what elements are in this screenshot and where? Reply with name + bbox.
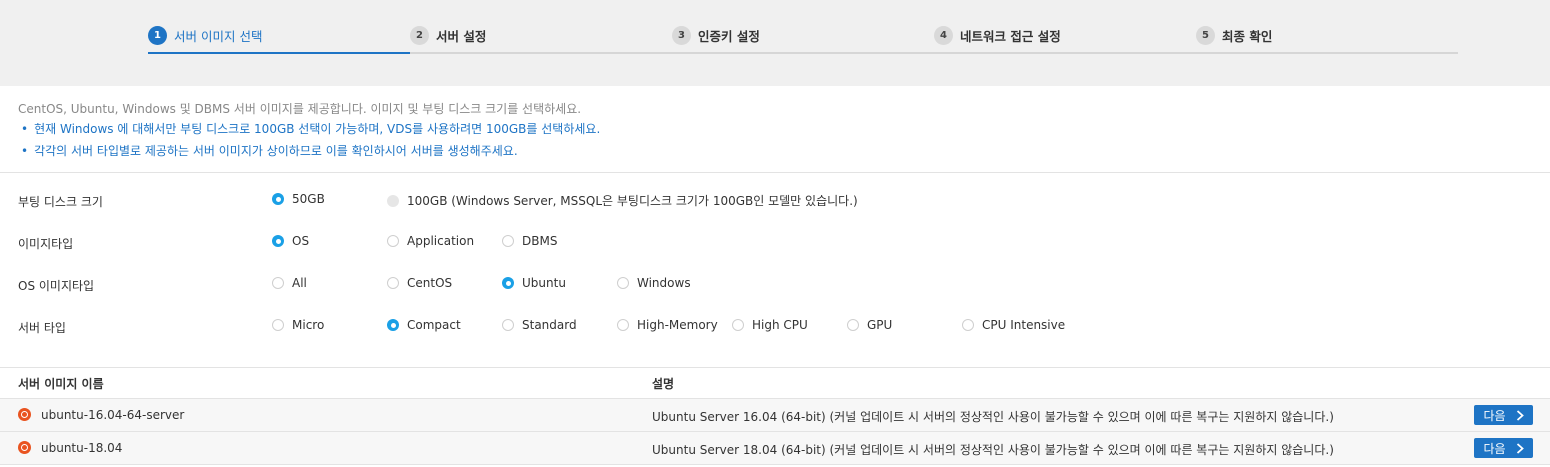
option-label: All [292, 276, 307, 290]
radio-icon[interactable] [732, 319, 744, 331]
next-button-label: 다음 [1483, 441, 1506, 456]
option-label: Windows [637, 276, 691, 290]
next-button[interactable]: 다음 [1474, 405, 1533, 425]
info-bullet: 각각의 서버 타입별로 제공하는 서버 이미지가 상이하므로 이를 확인하시어 … [18, 140, 600, 162]
step-1-server-image[interactable]: 1 서버 이미지 선택 [148, 25, 262, 45]
radio-server-standard[interactable]: Standard [502, 318, 577, 332]
radio-os-ubuntu[interactable]: Ubuntu [502, 276, 566, 290]
option-label: CentOS [407, 276, 453, 290]
next-button[interactable]: 다음 [1474, 438, 1533, 458]
option-label: OS [292, 234, 310, 248]
next-button-label: 다음 [1483, 408, 1506, 423]
ubuntu-icon [18, 408, 31, 421]
radio-icon[interactable] [502, 235, 514, 247]
active-step-underline [148, 52, 410, 54]
radio-boot-50gb[interactable]: 50GB [272, 192, 325, 206]
server-type-label: 서버 타입 [18, 321, 66, 335]
radio-image-os[interactable]: OS [272, 234, 309, 248]
radio-server-cpu-intensive[interactable]: CPU Intensive [962, 318, 1065, 332]
image-type-label: 이미지타입 [18, 237, 74, 251]
wizard-stepbar: 1 서버 이미지 선택 2 서버 설정 3 인증키 설정 4 네트워크 접근 설… [0, 0, 1550, 86]
radio-image-dbms[interactable]: DBMS [502, 234, 557, 248]
radio-icon[interactable] [847, 319, 859, 331]
radio-selected-icon[interactable] [387, 319, 399, 331]
step-label: 인증키 설정 [698, 28, 760, 44]
radio-icon[interactable] [387, 277, 399, 289]
radio-icon[interactable] [272, 277, 284, 289]
image-name: ubuntu-16.04-64-server [41, 408, 185, 422]
radio-icon[interactable] [617, 319, 629, 331]
step-number: 3 [672, 25, 691, 45]
table-row: ubuntu-16.04-64-server Ubuntu Server 16.… [0, 399, 1550, 431]
radio-icon[interactable] [617, 277, 629, 289]
radio-selected-icon[interactable] [272, 193, 284, 205]
option-label: High-Memory [637, 318, 718, 332]
info-bullet: 현재 Windows 에 대해서만 부팅 디스크로 100GB 선택이 가능하며… [18, 118, 600, 140]
radio-icon[interactable] [962, 319, 974, 331]
radio-selected-icon[interactable] [502, 277, 514, 289]
step-label: 서버 설정 [436, 28, 487, 44]
info-block: CentOS, Ubuntu, Windows 및 DBMS 서버 이미지를 제… [18, 100, 600, 162]
radio-selected-icon[interactable] [272, 235, 284, 247]
option-label: High CPU [752, 318, 808, 332]
step-2-server-settings[interactable]: 2 서버 설정 [410, 25, 486, 45]
radio-os-windows[interactable]: Windows [617, 276, 691, 290]
radio-icon[interactable] [387, 235, 399, 247]
divider [0, 464, 1550, 465]
radio-boot-100gb[interactable]: 100GB (Windows Server, MSSQL은 부팅디스크 크기가 … [387, 192, 858, 209]
step-number: 1 [148, 25, 167, 45]
option-label: Ubuntu [522, 276, 566, 290]
radio-image-application[interactable]: Application [387, 234, 474, 248]
boot-disk-row: 부팅 디스크 크기 50GB 100GB (Windows Server, MS… [0, 190, 1550, 210]
os-image-type-label: OS 이미지타입 [18, 279, 95, 293]
os-image-type-row: OS 이미지타입 All CentOS Ubuntu Windows [0, 274, 1550, 294]
step-number: 4 [934, 25, 953, 45]
chevron-right-icon [1516, 442, 1524, 454]
radio-server-gpu[interactable]: GPU [847, 318, 892, 332]
image-name: ubuntu-18.04 [41, 441, 123, 455]
option-label: Application [407, 234, 475, 248]
radio-server-high-memory[interactable]: High-Memory [617, 318, 718, 332]
step-number: 2 [410, 25, 429, 45]
image-type-row: 이미지타입 OS Application DBMS [0, 232, 1550, 252]
radio-disabled-icon [387, 194, 399, 207]
radio-icon[interactable] [272, 319, 284, 331]
option-label: Standard [522, 318, 577, 332]
step-label: 서버 이미지 선택 [174, 28, 263, 44]
radio-server-high-cpu[interactable]: High CPU [732, 318, 808, 332]
divider [0, 172, 1550, 173]
option-label: 50GB [292, 192, 325, 206]
info-main-text: CentOS, Ubuntu, Windows 및 DBMS 서버 이미지를 제… [18, 102, 582, 116]
option-label: 100GB (Windows Server, MSSQL은 부팅디스크 크기가 … [407, 194, 858, 208]
radio-os-centos[interactable]: CentOS [387, 276, 452, 290]
radio-server-compact[interactable]: Compact [387, 318, 461, 332]
table-row: ubuntu-18.04 Ubuntu Server 18.04 (64-bit… [0, 432, 1550, 464]
option-label: Micro [292, 318, 325, 332]
radio-server-micro[interactable]: Micro [272, 318, 324, 332]
radio-icon[interactable] [502, 319, 514, 331]
image-table-header: 서버 이미지 이름 설명 [0, 368, 1550, 398]
boot-disk-label: 부팅 디스크 크기 [18, 195, 103, 209]
server-type-row: 서버 타입 Micro Compact Standard High-Memory… [0, 316, 1550, 336]
ubuntu-icon [18, 441, 31, 454]
image-description: Ubuntu Server 18.04 (64-bit) (커널 업데이트 시 … [652, 443, 1334, 457]
step-label: 네트워크 접근 설정 [960, 28, 1061, 44]
option-label: DBMS [522, 234, 558, 248]
step-3-auth-key[interactable]: 3 인증키 설정 [672, 25, 760, 45]
column-header-image-name: 서버 이미지 이름 [18, 377, 104, 391]
column-header-description: 설명 [652, 377, 675, 391]
step-number: 5 [1196, 25, 1215, 45]
radio-os-all[interactable]: All [272, 276, 307, 290]
chevron-right-icon [1516, 409, 1524, 421]
step-label: 최종 확인 [1222, 28, 1273, 44]
option-label: Compact [407, 318, 461, 332]
image-description: Ubuntu Server 16.04 (64-bit) (커널 업데이트 시 … [652, 410, 1334, 424]
option-label: CPU Intensive [982, 318, 1066, 332]
step-4-network-access[interactable]: 4 네트워크 접근 설정 [934, 25, 1061, 45]
option-label: GPU [867, 318, 893, 332]
step-5-final-confirm[interactable]: 5 최종 확인 [1196, 25, 1272, 45]
